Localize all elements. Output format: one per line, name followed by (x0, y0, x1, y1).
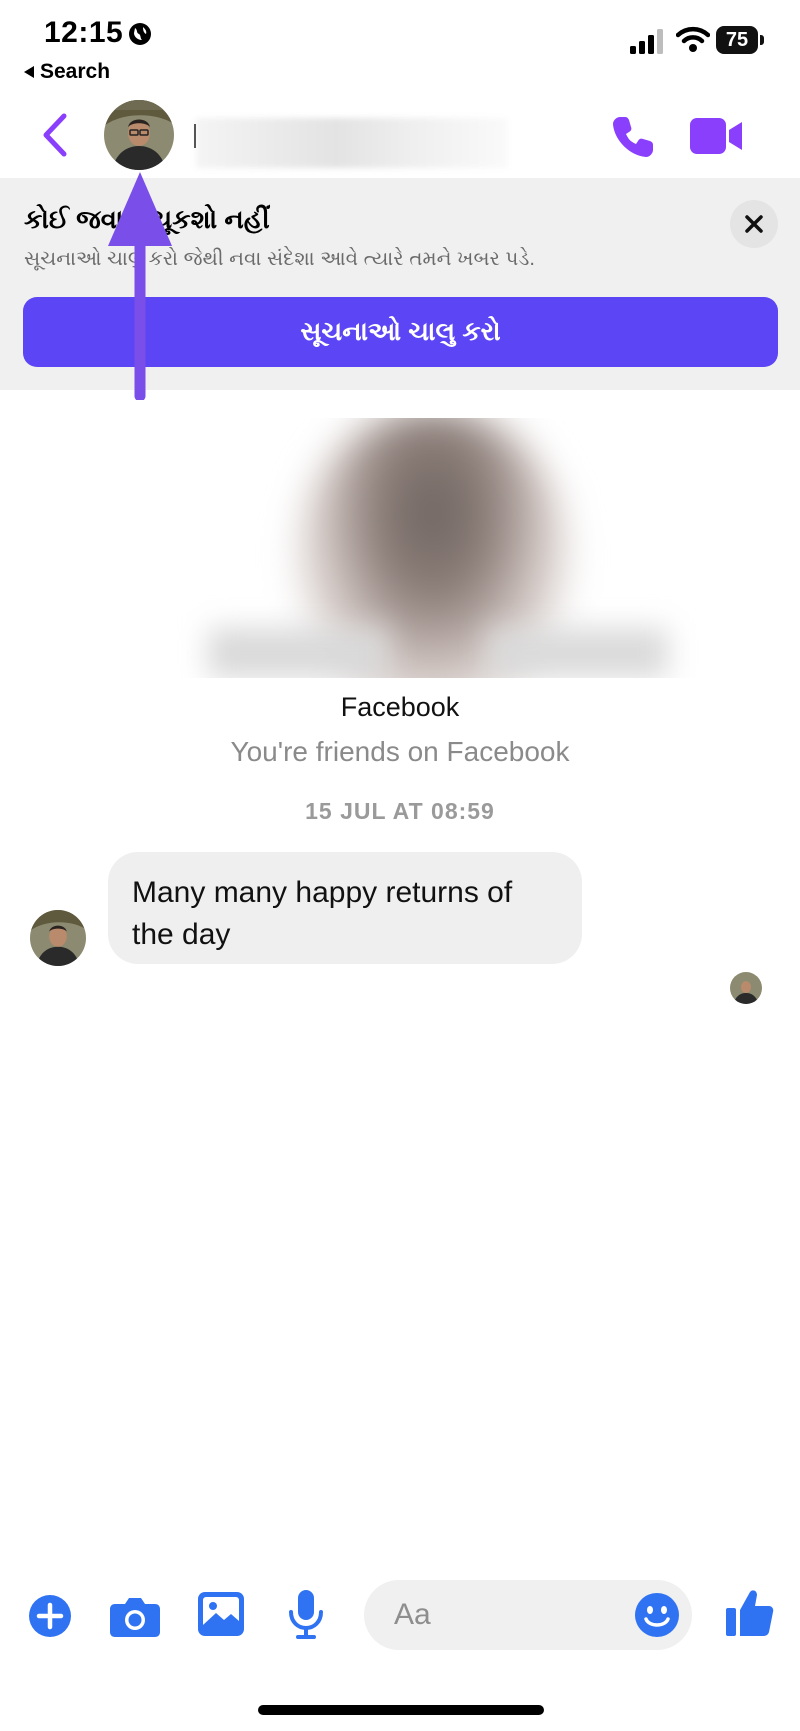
profile-photo-redacted (168, 418, 708, 678)
profile-relationship: You're friends on Facebook (230, 736, 570, 767)
annotation-arrow-icon (108, 172, 172, 400)
wifi-icon (676, 26, 710, 52)
message-bubble[interactable]: Many many happy returns of the day (108, 852, 582, 964)
home-indicator (258, 1705, 544, 1715)
emoji-icon[interactable] (634, 1592, 680, 1638)
sender-avatar[interactable] (30, 910, 86, 966)
status-time: 12:15 (44, 16, 124, 49)
back-app-label: Search (40, 60, 111, 83)
name-cursor (194, 124, 196, 148)
profile-platform: Facebook (340, 692, 460, 722)
thumbs-up-icon[interactable] (726, 1588, 774, 1638)
camera-icon[interactable] (110, 1594, 160, 1638)
contact-avatar[interactable] (104, 100, 174, 170)
close-icon (745, 215, 763, 233)
microphone-icon[interactable] (288, 1590, 324, 1640)
cellular-signal-icon (630, 29, 663, 54)
contact-name-redacted (196, 118, 508, 168)
gallery-icon[interactable] (198, 1592, 244, 1636)
message-input-placeholder: Aa (394, 1598, 431, 1631)
back-to-app[interactable]: Search (24, 60, 110, 84)
back-triangle-icon (24, 66, 34, 78)
back-chevron-icon[interactable] (40, 112, 70, 158)
seen-receipt-avatar (730, 972, 762, 1004)
globe-icon (129, 23, 151, 45)
banner-close-button[interactable] (730, 200, 778, 248)
phone-icon[interactable] (610, 114, 656, 160)
battery-level: 75 (716, 26, 758, 54)
battery-indicator: 75 (716, 26, 768, 56)
message-timestamp: 15 JUL AT 08:59 (305, 798, 495, 824)
video-call-icon[interactable] (690, 116, 744, 156)
plus-icon[interactable] (28, 1594, 72, 1638)
